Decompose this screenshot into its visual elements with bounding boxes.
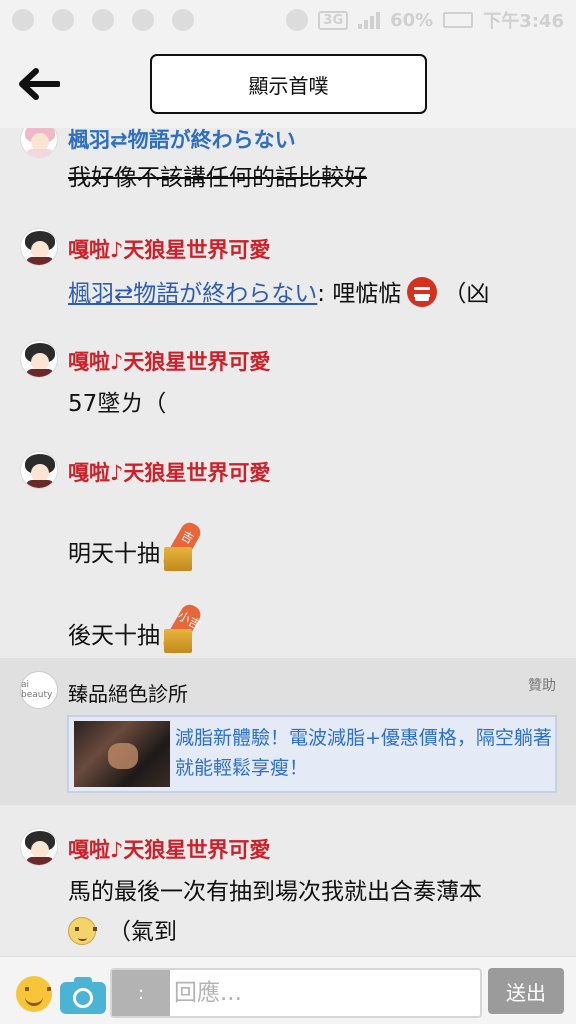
author-name[interactable]: 嘎啦♪天狼星世界可愛 [68,457,270,487]
sponsor-logo: ai beauty [20,671,58,709]
signal-icon [358,11,381,29]
avatar[interactable] [20,228,58,266]
battery-icon [443,12,474,28]
back-button[interactable] [18,64,60,104]
response-line: 後天十抽 [68,623,160,649]
response-text-part: : 哩惦惦 [317,281,402,307]
reply-field: : [110,968,482,1018]
qualifier-button[interactable]: : [112,970,170,1016]
sponsored-post[interactable]: ai beauty 臻品絕色診所 贊助 減脂新體驗！電波減脂+優惠價格，隔空躺著… [0,658,576,805]
sad-emoticon-icon [68,917,97,945]
headset-icon [132,9,154,31]
shield-icon [172,9,194,31]
response-feed: 楓羽⇄物語が終わらない 我好像不該講任何的話比較好 嘎啦♪天狼星世界可愛 楓羽⇄… [0,128,576,956]
camera-icon [73,988,93,1008]
reply-input[interactable] [174,970,474,1016]
header: 顯示首噗 [0,40,576,128]
facebook-icon [12,9,34,31]
emoticon-button[interactable] [16,976,52,1012]
reply-bar: : 送出 [0,956,576,1024]
clock: 下午3:46 [483,11,564,32]
author-name[interactable]: 嘎啦♪天狼星世界可愛 [68,346,270,376]
response-text: 57墜ㄌ（ [68,391,167,417]
avatar[interactable] [20,828,58,866]
ad-image [74,721,170,787]
fortune-stick-icon: 吉 [160,513,222,575]
camera-button[interactable] [60,974,106,1014]
avatar[interactable] [20,128,58,158]
angry-emoticon-icon [407,277,438,307]
response-text: 後天十抽 小吉 [68,595,222,657]
back-arrow-icon [19,68,60,100]
sponsored-label: 贊助 [528,678,556,694]
response-text: 明天十抽吉 [68,513,222,575]
avatar[interactable] [20,451,58,489]
response-line: 明天十抽 [68,541,160,567]
response-text-part: （凶 [443,281,490,307]
wifi-icon [92,9,114,31]
response-line: （氣到 [108,919,177,945]
fortune-stick-icon: 小吉 [160,595,222,657]
ad-text[interactable]: 減脂新體驗！電波減脂+優惠價格，隔空躺著就能輕鬆享瘦！ [175,723,553,783]
author-name[interactable]: 嘎啦♪天狼星世界可愛 [68,234,270,264]
mention-link[interactable]: 楓羽⇄物語が終わらない [68,281,317,307]
alert-icon [52,9,74,31]
response-text: 我好像不該講任何的話比較好 [68,165,367,191]
battery-percent: 60% [390,9,434,31]
author-name[interactable]: 楓羽⇄物語が終わらない [68,128,296,154]
send-button[interactable]: 送出 [488,968,564,1014]
network-type: 3G [318,10,349,30]
sponsor-name[interactable]: 臻品絕色診所 [68,678,188,707]
alarm-icon [286,9,309,31]
show-first-plurk-button[interactable]: 顯示首噗 [150,54,427,114]
ad-card[interactable]: 減脂新體驗！電波減脂+優惠價格，隔空躺著就能輕鬆享瘦！ [67,715,557,793]
status-bar: 3G 60% 下午3:46 [0,0,576,40]
author-name[interactable]: 嘎啦♪天狼星世界可愛 [68,834,270,864]
response-text: 楓羽⇄物語が終わらない: 哩惦惦 （凶 [68,274,489,308]
response-text: 馬的最後一次有抽到場次我就出合奏薄本 [68,879,482,905]
response-text: （氣到 [68,912,177,946]
avatar[interactable] [20,340,58,378]
